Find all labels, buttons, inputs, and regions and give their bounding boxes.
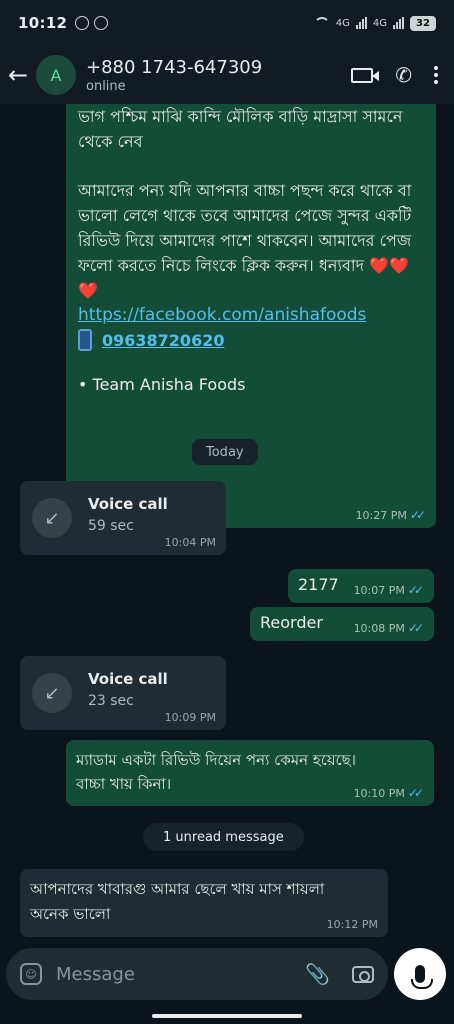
network-type-1: 4G [335,17,350,29]
message-meta: 10:12 PM [327,918,378,931]
chat-header: ← A +880 1743-647309 online ✆ [0,46,454,104]
message-text: 2177 [298,575,339,594]
video-call-icon[interactable] [351,67,380,83]
wifi-icon [313,17,330,29]
camera-icon[interactable] [352,965,374,983]
message-meta: 10:04 PM [165,536,216,549]
message-text: Reorder [260,613,323,632]
message-meta: 10:10 PM ✓✓ [354,786,424,800]
read-ticks-icon: ✓✓ [407,621,424,635]
message-input[interactable] [56,963,276,985]
phone-number-link[interactable]: 09638720620 [102,331,224,350]
phone-line: 09638720620 [78,329,424,351]
message-text: ম্যাডাম একটা রিভিউ দিয়েন পন্য কেমন হয়ে… [76,751,357,793]
signature-text: • Team Anisha Foods [78,375,246,394]
message-time: 10:08 PM [353,621,405,635]
status-time: 10:12 [18,14,68,32]
facebook-link[interactable]: https://facebook.com/anishafoods [78,305,424,325]
missed-call-icon: ↙ [32,673,72,713]
messenger-icon [75,16,90,30]
message-text: ভাগ পশ্চিম মাঝি কান্দি মৌলিক বাড়ি মাদ্র… [78,107,403,151]
signal-icon [355,17,367,29]
microphone-icon [411,965,433,989]
attach-paperclip-icon[interactable]: 📎 [305,962,330,986]
message-text: আমাদের পন্য যদি আপনার বাচ্চা পছন্দ করে থ… [78,178,424,303]
message-time: 10:10 PM [353,786,405,800]
network-type-2: 4G [372,17,387,29]
status-notification-icons [75,16,109,30]
more-options-icon[interactable] [434,66,438,84]
message-meta: 10:09 PM [165,711,216,724]
composer: ☺ 📎 [0,944,454,1004]
voice-call-card[interactable]: ↙ Voice call 59 sec 10:04 PM [20,481,226,555]
call-duration: 23 sec [88,693,134,709]
missed-call-icon: ↙ [32,498,72,538]
message-meta: 10:07 PM ✓✓ [354,583,424,597]
read-ticks-icon: ✓✓ [407,786,424,800]
status-bar: 10:12 4G 4G 32 [0,0,454,46]
read-ticks-icon: ✓✓ [409,508,426,522]
mic-button[interactable] [394,948,446,1000]
signal-icon-2 [393,17,404,29]
unread-separator: 1 unread message [143,823,304,851]
mobile-phone-icon [78,329,92,351]
message-input-pill: ☺ 📎 [6,948,388,1000]
message-bubble-outgoing[interactable]: ম্যাডাম একটা রিভিউ দিয়েন পন্য কেমন হয়ে… [66,740,434,806]
chat-area[interactable]: ভাগ পশ্চিম মাঝি কান্দি মৌলিক বাড়ি মাদ্র… [0,104,454,944]
back-arrow-icon[interactable]: ← [8,63,34,87]
header-actions: ✆ [351,63,444,87]
contact-status: online [86,78,126,94]
message-text-body: আমাদের পন্য যদি আপনার বাচ্চা পছন্দ করে থ… [78,181,412,275]
message-bubble-incoming[interactable]: আপনাদের খাবারগু আমার ছেলে খায় মাস শায়ল… [20,869,388,937]
call-duration: 59 sec [88,518,134,534]
call-title: Voice call [88,495,168,513]
voice-call-card[interactable]: ↙ Voice call 23 sec 10:09 PM [20,656,226,730]
message-bubble-outgoing[interactable]: Reorder 10:08 PM ✓✓ [250,607,434,641]
battery-icon: 32 [410,15,436,31]
message-meta: 10:08 PM ✓✓ [354,621,424,635]
message-bubble-outgoing[interactable]: 2177 10:07 PM ✓✓ [288,569,434,603]
message-time: 10:09 PM [164,711,216,724]
message-text: আপনাদের খাবারগু আমার ছেলে খায় মাস শায়ল… [30,880,325,923]
status-right-icons: 4G 4G 32 [313,15,436,31]
contact-name: +880 1743-647309 [86,56,263,78]
whatsapp-icon [94,16,109,30]
message-time: 10:27 PM [355,508,407,522]
phone-call-icon[interactable]: ✆ [395,63,412,87]
message-time: 10:07 PM [353,583,405,597]
avatar[interactable]: A [36,55,76,95]
call-title: Voice call [88,670,168,688]
date-separator: Today [192,439,258,465]
contact-info[interactable]: +880 1743-647309 online [86,57,351,94]
message-meta: 10:27 PM ✓✓ [356,508,426,522]
message-time: 10:12 PM [326,918,378,931]
read-ticks-icon: ✓✓ [407,583,424,597]
message-time: 10:04 PM [164,536,216,549]
gesture-bar [152,1014,302,1018]
sticker-emoji-icon[interactable]: ☺ [20,963,42,985]
